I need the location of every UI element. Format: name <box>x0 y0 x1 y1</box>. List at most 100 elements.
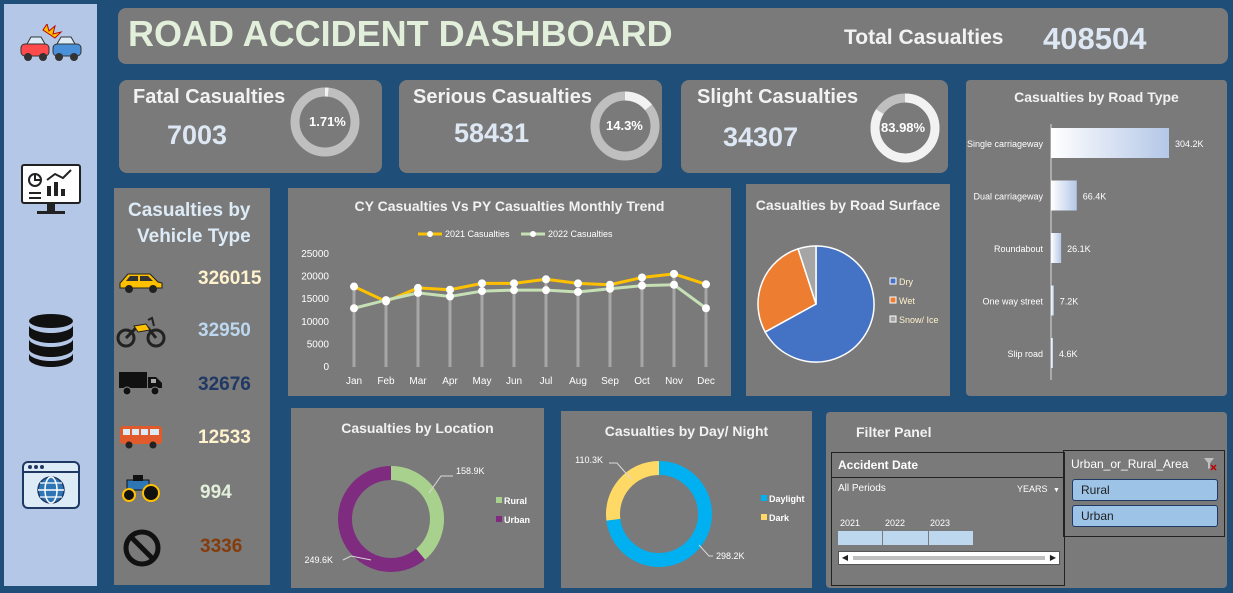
data-point <box>702 280 710 289</box>
legend-label: Rural <box>504 496 527 506</box>
data-point <box>478 287 486 296</box>
timeline-segment[interactable] <box>883 531 929 545</box>
data-point <box>638 281 646 290</box>
bus-icon <box>118 424 164 455</box>
day-night-chart: 298.2K 110.3K Daylight Dark <box>575 455 805 567</box>
location-panel: Casualties by Location 158.9K 249.6K Rural… <box>291 408 544 588</box>
filter-panel: Filter Panel Accident Date All Periods Y… <box>826 412 1227 588</box>
legend-swatch <box>496 516 502 522</box>
x-tick-label: May <box>473 376 492 387</box>
data-point <box>574 287 582 296</box>
car-icon <box>118 268 164 299</box>
data-point <box>414 288 422 297</box>
scroll-left-icon[interactable]: ◀ <box>839 552 851 564</box>
timeline-bar[interactable] <box>838 531 973 545</box>
sidebar <box>4 4 97 586</box>
database-icon[interactable] <box>4 312 97 368</box>
vehicle-value-motorcycle: 32950 <box>198 320 251 341</box>
legend-swatch <box>761 514 767 520</box>
data-point <box>350 304 358 313</box>
timeline-slicer[interactable]: Accident Date All Periods YEARS ▼ 2021 2… <box>831 452 1065 586</box>
divider <box>832 477 1064 478</box>
no-entry-icon <box>122 528 162 573</box>
legend-label: Daylight <box>769 494 805 504</box>
dashboard-title: ROAD ACCIDENT DASHBOARD <box>128 13 673 54</box>
timeline-segment[interactable] <box>838 531 884 545</box>
leader-line <box>698 544 713 557</box>
timeline-scrollbar[interactable]: ◀ ▶ <box>838 551 1060 565</box>
x-tick-label: Sep <box>601 376 619 387</box>
timeline-segment[interactable] <box>929 531 973 545</box>
location-chart: 158.9K 249.6K Rural Urban <box>304 466 530 572</box>
legend-label: 2021 Casualties <box>445 229 510 239</box>
timeline-header: Accident Date <box>838 458 919 472</box>
kpi-label: Serious Casualties <box>413 86 592 108</box>
y-tick-label: 15000 <box>301 294 329 305</box>
data-point <box>606 284 614 293</box>
bar <box>1051 128 1169 158</box>
data-point <box>702 304 710 313</box>
kpi-percent: 83.98% <box>881 120 926 135</box>
filter-panel-title: Filter Panel <box>856 424 932 440</box>
area-slicer-header: Urban_or_Rural_Area <box>1071 457 1189 471</box>
area-slicer[interactable]: Urban_or_Rural_Area Rural Urban <box>1063 450 1225 537</box>
data-label: 158.9K <box>456 466 485 476</box>
trend-chart-panel: CY Casualties Vs PY Casualties Monthly T… <box>288 188 731 396</box>
category-label: Dual carriageway <box>973 192 1043 202</box>
legend-swatch <box>889 277 897 285</box>
x-tick-label: Jun <box>506 376 522 387</box>
scroll-thumb[interactable] <box>853 556 1045 560</box>
legend-label: Wet <box>899 296 915 306</box>
legend-marker <box>530 231 536 237</box>
legend-label: Snow/ Ice <box>899 315 939 325</box>
legend-label: Urban <box>504 515 530 525</box>
y-tick-label: 25000 <box>301 249 329 260</box>
y-tick-label: 10000 <box>301 317 329 328</box>
legend-swatch <box>889 315 897 323</box>
vehicle-title-line1: Casualties by <box>128 200 251 221</box>
slicer-option-urban[interactable]: Urban <box>1072 505 1218 527</box>
vehicle-value-bus: 12533 <box>198 427 251 448</box>
road-type-chart: Single carriageway 304.2K Dual carriageway… <box>967 124 1204 380</box>
kpi-card-fatal: Fatal Casualties 7003 1.71% <box>119 80 382 173</box>
data-label: 304.2K <box>1175 139 1204 149</box>
car-crash-icon[interactable] <box>4 24 97 64</box>
data-point <box>350 282 358 291</box>
data-label: 4.6K <box>1059 349 1078 359</box>
data-point <box>478 279 486 288</box>
data-point <box>670 280 678 289</box>
data-point <box>542 286 550 295</box>
header-bar: ROAD ACCIDENT DASHBOARD Total Casualties… <box>118 8 1228 64</box>
bar <box>1051 233 1062 263</box>
chevron-down-icon: ▼ <box>1053 487 1060 494</box>
timeline-year-2021: 2021 <box>840 518 861 528</box>
dashboard-monitor-icon[interactable] <box>4 162 97 218</box>
data-point <box>446 292 454 301</box>
kpi-value: 58431 <box>454 118 530 148</box>
data-point <box>574 279 582 288</box>
legend-label: Dark <box>769 513 790 523</box>
donut-slice <box>390 466 444 560</box>
category-label: Roundabout <box>994 244 1044 254</box>
kpi-value: 34307 <box>723 122 799 152</box>
timeline-level-dropdown[interactable]: YEARS ▼ <box>1017 484 1060 494</box>
x-tick-label: Apr <box>442 376 458 387</box>
tractor-icon <box>119 474 163 507</box>
web-globe-icon[interactable] <box>4 460 97 510</box>
x-tick-label: Oct <box>634 376 650 387</box>
vehicle-value-car: 326015 <box>198 268 262 289</box>
vehicle-value-other: 3336 <box>200 536 243 557</box>
legend-swatch <box>761 495 767 501</box>
data-point <box>542 275 550 284</box>
truck-icon <box>118 370 164 401</box>
road-surface-chart: Dry Wet Snow/ Ice <box>757 245 939 363</box>
slicer-option-rural[interactable]: Rural <box>1072 479 1218 501</box>
clear-filter-icon[interactable] <box>1203 457 1217 471</box>
kpi-value: 7003 <box>167 120 228 150</box>
scroll-right-icon[interactable]: ▶ <box>1047 552 1059 564</box>
kpi-percent: 1.71% <box>309 114 346 129</box>
x-tick-label: Jul <box>540 376 553 387</box>
x-tick-label: Mar <box>409 376 427 387</box>
donut-slice <box>606 461 660 521</box>
bar <box>1051 338 1053 368</box>
